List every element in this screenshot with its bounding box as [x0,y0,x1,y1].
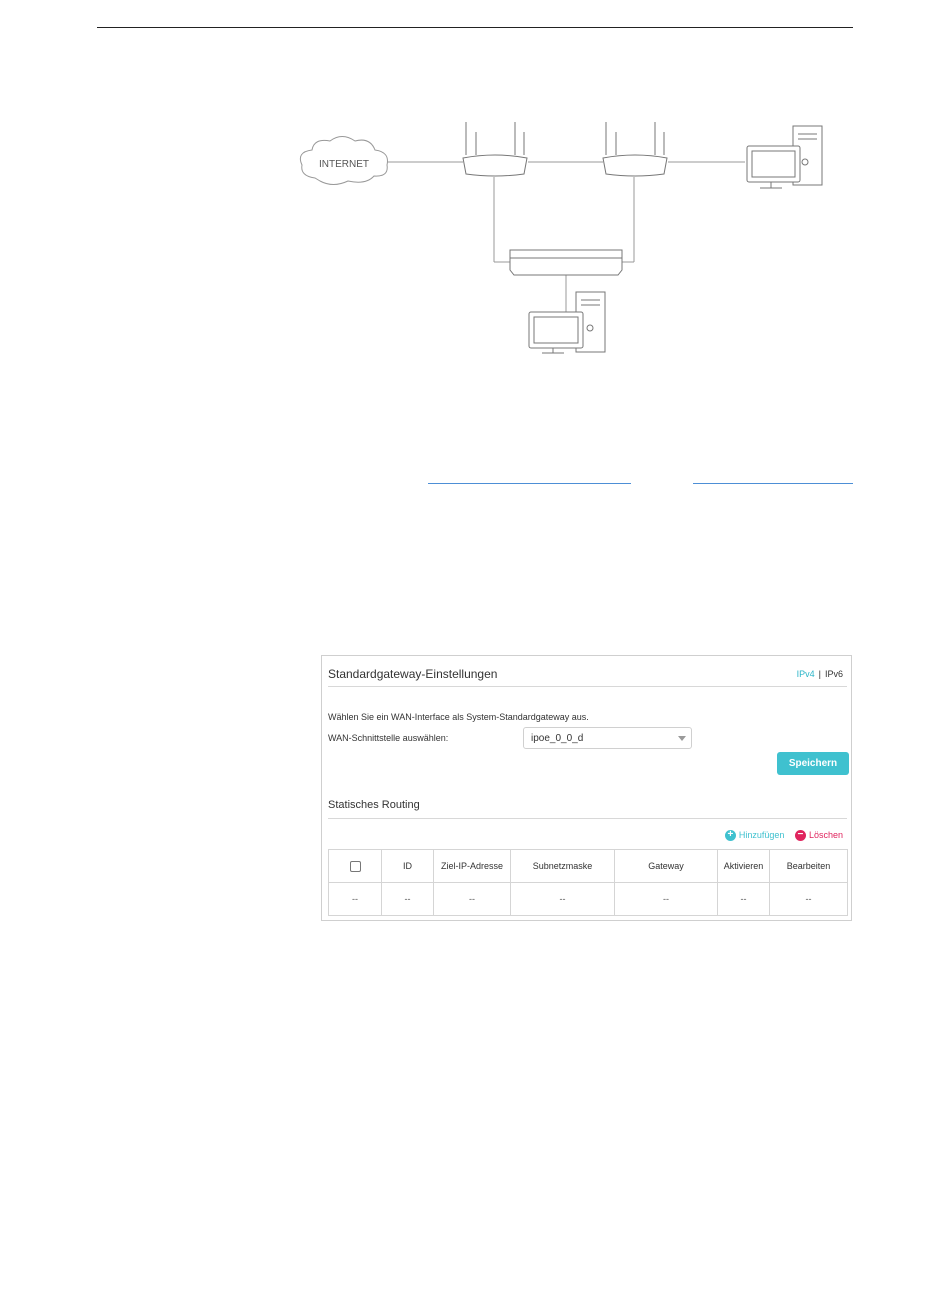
gateway-description: Wählen Sie ein WAN-Interface als System-… [328,712,589,722]
column-header: Aktivieren [717,849,770,883]
desktop-computer-icon-2 [528,291,606,354]
column-header: Bearbeiten [769,849,848,883]
panel-title: Standardgateway-Einstellungen [328,667,498,681]
router-icon-1 [462,122,528,177]
switch-icon [509,249,623,276]
wan-interface-select[interactable]: ipoe_0_0_d [523,727,692,749]
column-header: Subnetzmaske [510,849,615,883]
column-header: Gateway [614,849,718,883]
add-label: Hinzufügen [738,830,785,840]
default-gateway-panel: Standardgateway-Einstellungen IPv4 | IPv6 … [321,655,852,921]
table-cell: -- [381,882,434,916]
section-divider [328,818,847,819]
tab-ipv6[interactable]: IPv6 [825,669,843,679]
wan-interface-value: ipoe_0_0_d [531,733,584,744]
save-button[interactable]: Speichern [777,752,849,775]
table-cell: -- [614,882,718,916]
link-underline-2[interactable] [693,483,853,484]
select-all-cell [328,849,382,883]
table-row: -- -- -- -- -- -- -- [328,882,848,916]
table-cell: -- [717,882,770,916]
static-routing-table: ID Ziel-IP-Adresse Subnetzmaske Gateway … [328,849,848,916]
header-rule [97,27,853,28]
wan-interface-label: WAN-Schnittstelle auswählen: [328,733,449,743]
network-diagram: INTERNET [290,110,850,370]
cloud-icon: INTERNET [299,136,388,185]
desktop-computer-icon-1 [746,125,823,189]
chevron-down-icon [678,736,686,741]
table-cell: -- [328,882,382,916]
delete-label: Löschen [808,830,843,840]
table-cell: -- [769,882,848,916]
delete-route-button[interactable]: − Löschen [794,829,843,841]
router-icon-2 [602,122,668,177]
table-header-row: ID Ziel-IP-Adresse Subnetzmaske Gateway … [328,849,848,883]
tab-separator: | [818,669,821,679]
plus-circle-icon: + [724,829,736,841]
link-underline-1[interactable] [428,483,631,484]
title-divider [328,686,847,687]
ip-version-toggle: IPv4 | IPv6 [797,669,843,679]
table-cell: -- [510,882,615,916]
table-cell: -- [433,882,511,916]
static-routing-title: Statisches Routing [328,799,420,811]
add-route-button[interactable]: + Hinzufügen [724,829,785,841]
internet-label: INTERNET [319,159,369,170]
minus-circle-icon: − [794,829,806,841]
column-header: Ziel-IP-Adresse [433,849,511,883]
select-all-checkbox[interactable] [349,860,361,872]
tab-ipv4[interactable]: IPv4 [797,669,815,679]
routing-actions: + Hinzufügen − Löschen [717,829,843,841]
connection-lines [387,161,745,315]
column-header: ID [381,849,434,883]
